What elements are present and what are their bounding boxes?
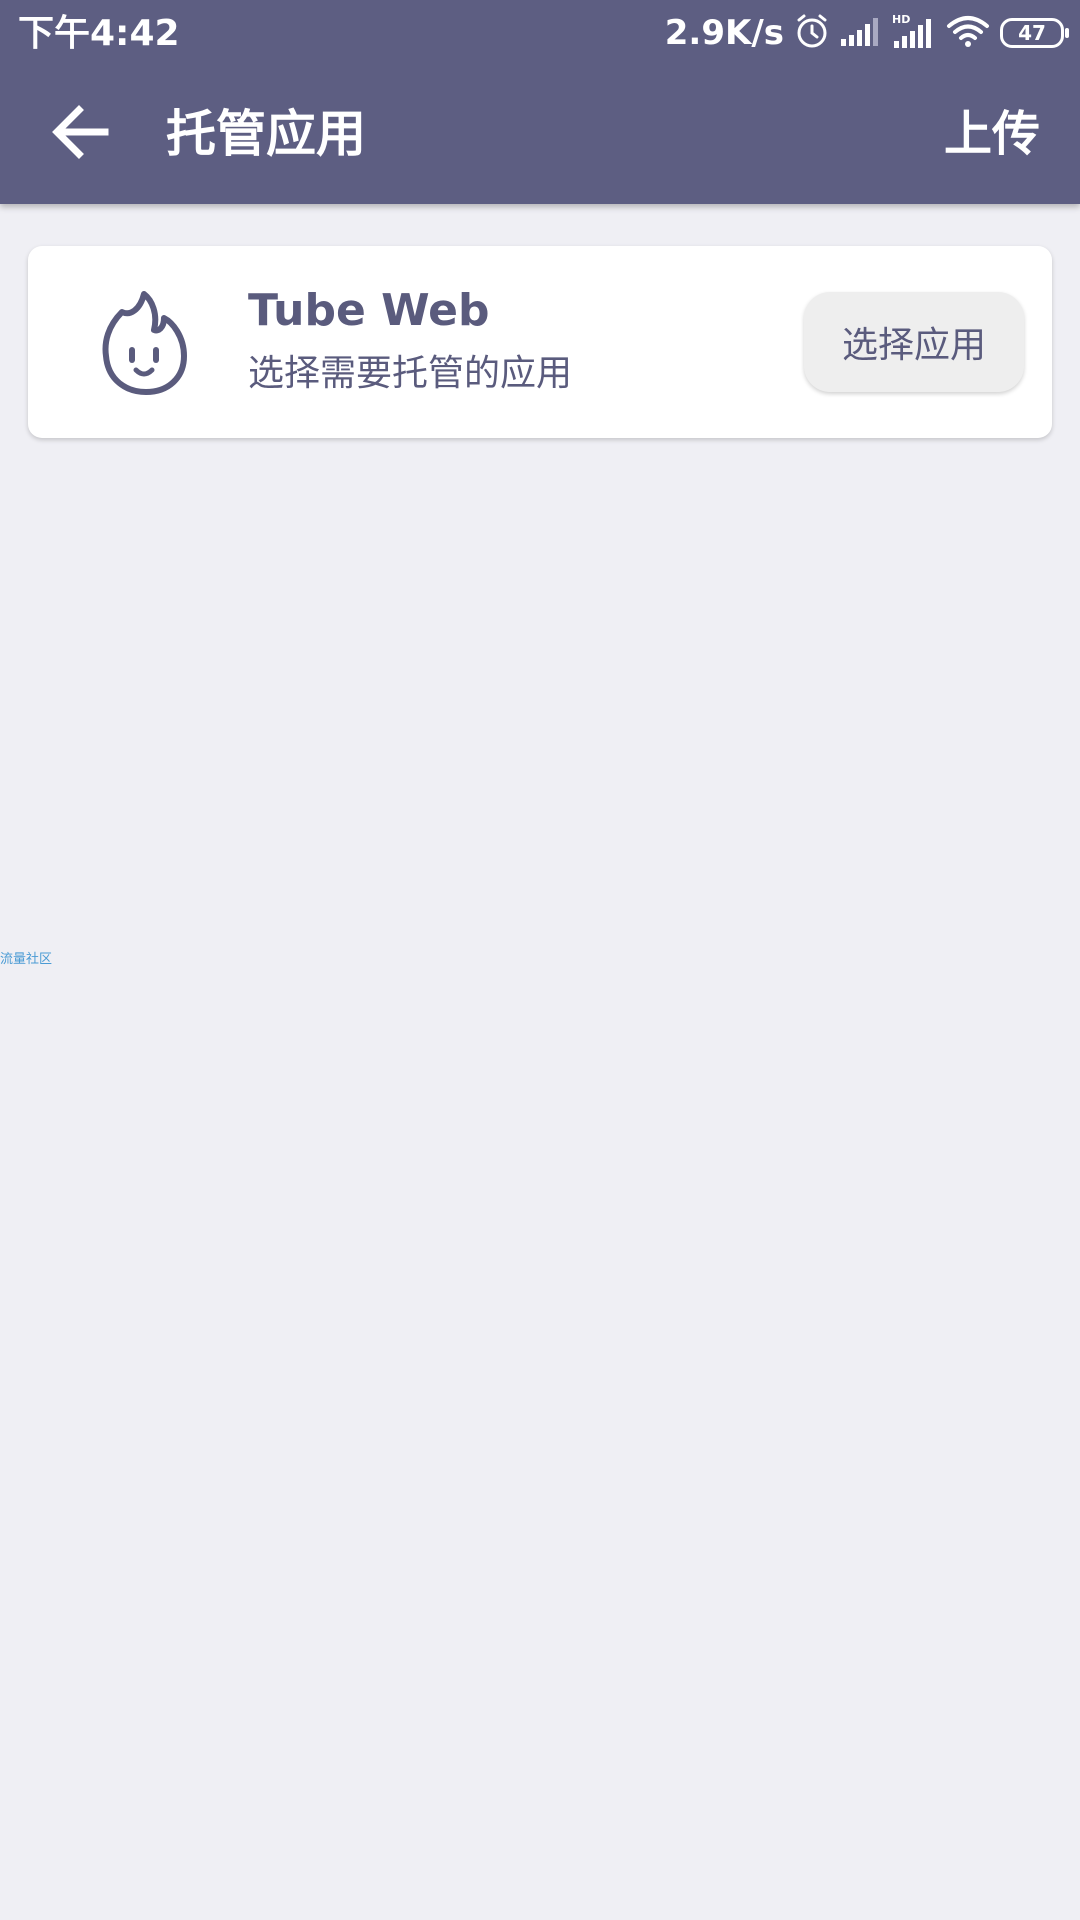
hd-signal-icon: HD	[892, 13, 936, 53]
app-description: 选择需要托管的应用	[248, 353, 573, 394]
battery-icon: 47	[1000, 18, 1069, 48]
status-icons: 2.9K/s HD 47	[664, 10, 1069, 56]
status-time: 下午4:42	[18, 13, 180, 54]
app-name: Tube Web	[248, 285, 490, 336]
arrow-left-icon	[51, 104, 111, 164]
flame-face-icon	[94, 288, 194, 398]
watermark: 流量社区	[0, 952, 53, 967]
select-app-button[interactable]: 选择应用	[804, 292, 1024, 392]
signal-icon	[840, 15, 882, 51]
upload-button[interactable]: 上传	[944, 102, 1040, 166]
page-title: 托管应用	[166, 105, 366, 163]
app-bar: 托管应用 上传	[0, 66, 1080, 204]
battery-level: 47	[1018, 21, 1046, 45]
top-bar: 下午4:42 2.9K/s HD 47 托管应用 上传	[0, 0, 1080, 204]
back-button[interactable]	[42, 98, 120, 170]
alarm-icon	[794, 13, 830, 53]
wifi-icon	[946, 13, 990, 53]
network-speed: 2.9K/s	[664, 13, 784, 53]
app-card: Tube Web 选择需要托管的应用 选择应用	[28, 246, 1052, 438]
svg-text:HD: HD	[892, 13, 910, 26]
status-bar: 下午4:42 2.9K/s HD 47	[0, 0, 1080, 66]
